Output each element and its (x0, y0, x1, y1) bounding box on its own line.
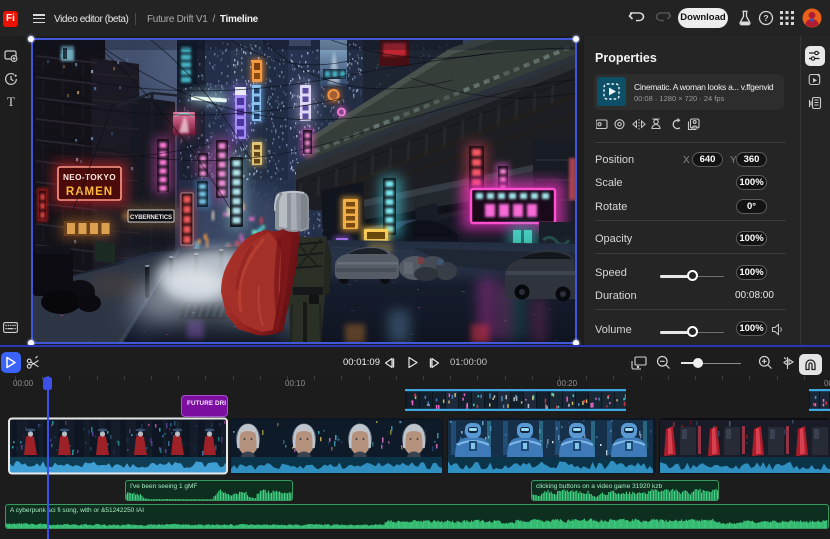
svg-text:?: ? (763, 13, 768, 23)
